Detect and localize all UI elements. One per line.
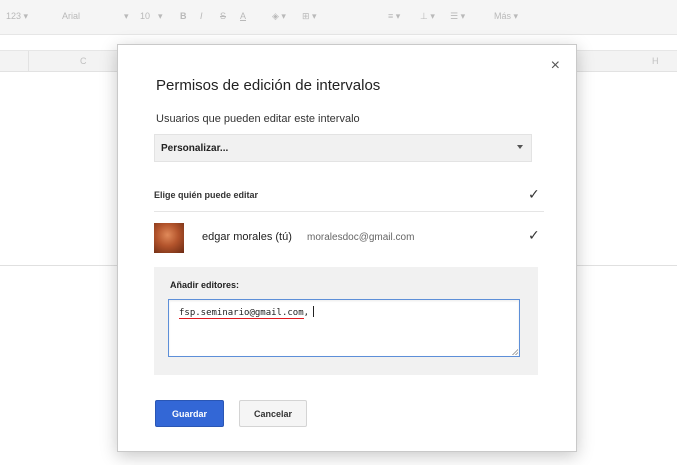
chevron-down-icon bbox=[517, 145, 523, 149]
borders-icon[interactable]: ⊞ ▾ bbox=[302, 11, 317, 22]
avatar bbox=[154, 223, 184, 253]
number-format-menu[interactable]: 123 ▾ bbox=[6, 11, 28, 22]
grid-line bbox=[0, 265, 118, 266]
save-button[interactable]: Guardar bbox=[155, 400, 224, 427]
cancel-button[interactable]: Cancelar bbox=[239, 400, 307, 427]
font-menu[interactable]: Arial bbox=[62, 11, 80, 21]
column-divider bbox=[28, 51, 29, 71]
dialog-title: Permisos de edición de intervalos bbox=[156, 77, 381, 94]
align-icon[interactable]: ≡ ▾ bbox=[388, 11, 400, 22]
user-email: moralesdoc@gmail.com bbox=[307, 232, 415, 243]
typed-email: fsp.seminario@gmail.com bbox=[179, 308, 304, 319]
close-icon[interactable]: × bbox=[551, 57, 560, 75]
valign-icon[interactable]: ⊥ ▾ bbox=[420, 11, 435, 22]
bold-button[interactable]: B bbox=[180, 11, 187, 21]
permission-type-select[interactable]: Personalizar... bbox=[154, 134, 532, 162]
check-icon: ✓ bbox=[528, 186, 540, 202]
italic-button[interactable]: I bbox=[200, 11, 203, 21]
typed-text: fsp.seminario@gmail.com, bbox=[179, 306, 315, 319]
add-editors-panel: Añadir editores: fsp.seminario@gmail.com… bbox=[154, 267, 538, 375]
spreadsheet-toolbar: 123 ▾ Arial ▾ 10 ▾ B I S A ◈ ▾ ⊞ ▾ ≡ ▾ ⊥… bbox=[0, 0, 677, 35]
divider bbox=[154, 211, 544, 212]
check-icon: ✓ bbox=[528, 227, 540, 243]
more-menu[interactable]: Más ▾ bbox=[494, 11, 518, 22]
text-cursor bbox=[313, 306, 315, 317]
wrap-icon[interactable]: ☰ ▾ bbox=[450, 11, 465, 22]
add-editors-label: Añadir editores: bbox=[170, 280, 240, 290]
add-editors-input[interactable]: fsp.seminario@gmail.com, bbox=[168, 299, 520, 357]
text-color-button[interactable]: A bbox=[240, 11, 246, 21]
resize-grip-icon[interactable] bbox=[512, 349, 518, 355]
strikethrough-button[interactable]: S bbox=[220, 11, 226, 21]
edit-range-permissions-dialog: × Permisos de edición de intervalos Usua… bbox=[117, 44, 577, 452]
user-name: edgar morales (tú) bbox=[202, 231, 292, 243]
font-caret-icon[interactable]: ▾ bbox=[124, 11, 129, 22]
typed-suffix: , bbox=[303, 308, 310, 318]
grid-line bbox=[574, 265, 677, 266]
font-size-caret-icon[interactable]: ▾ bbox=[158, 11, 163, 22]
select-value: Personalizar... bbox=[161, 143, 229, 154]
fill-color-icon[interactable]: ◈ ▾ bbox=[272, 11, 286, 22]
column-header-h[interactable]: H bbox=[652, 56, 659, 66]
column-header-c[interactable]: C bbox=[80, 56, 87, 66]
dialog-subtitle: Usuarios que pueden editar este interval… bbox=[156, 113, 360, 125]
choose-editors-label: Elige quién puede editar bbox=[154, 190, 259, 200]
font-size-menu[interactable]: 10 bbox=[140, 11, 150, 21]
